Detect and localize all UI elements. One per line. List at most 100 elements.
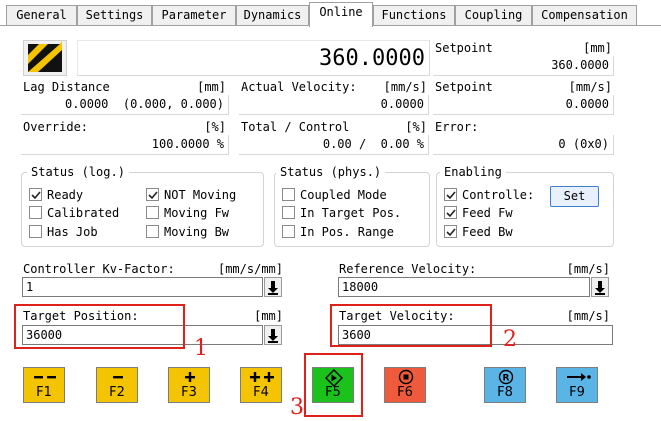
kv-factor-input[interactable]: 1 — [22, 277, 263, 297]
controller-enable-label: Controlle: — [462, 188, 535, 202]
forward-icon — [185, 372, 195, 382]
lag-distance-label: Lag Distance — [23, 80, 110, 94]
tab-parameter[interactable]: Parameter — [152, 5, 236, 26]
actual-velocity-label: Actual Velocity: — [241, 80, 357, 94]
f6-label: F6 — [397, 385, 413, 400]
status-log-title: Status (log.) — [27, 165, 129, 179]
f8-label: F8 — [497, 385, 513, 400]
download-arrow-icon — [595, 281, 605, 295]
axis-logo — [23, 40, 67, 76]
error-label: Error: — [435, 120, 479, 134]
backward-icon — [113, 376, 123, 379]
actual-velocity-value: 0.0000 — [239, 95, 429, 115]
f5-start-button[interactable]: F5 — [312, 367, 354, 403]
moving-bw-checkbox[interactable] — [146, 225, 159, 238]
set-button[interactable]: Set — [550, 186, 599, 207]
kv-factor-label: Controller Kv-Factor: — [23, 262, 175, 276]
annotation-number-1: 1 — [194, 336, 208, 361]
controller-enable-checkbox[interactable] — [444, 188, 457, 201]
tab-functions[interactable]: Functions — [373, 5, 455, 26]
f3-label: F3 — [181, 385, 197, 400]
f1-fast-backward-button[interactable]: F1 — [23, 367, 65, 403]
lag-distance-unit: [mm] — [197, 80, 226, 94]
target-position-download-button[interactable] — [264, 325, 282, 345]
total-control-unit: [%] — [405, 120, 427, 134]
in-pos-range-label: In Pos. Range — [300, 225, 394, 239]
lag-distance-value: 0.0000 (0.000, 0.000) — [21, 95, 229, 115]
override-label: Override: — [23, 120, 89, 134]
ready-label: Ready — [47, 188, 84, 202]
tab-online[interactable]: Online — [309, 2, 373, 27]
f4-label: F4 — [253, 385, 269, 400]
in-target-pos-checkbox[interactable] — [282, 206, 295, 219]
f8-reset-button[interactable]: R F8 — [484, 367, 526, 403]
calibrated-checkbox[interactable] — [29, 206, 42, 219]
tab-general[interactable]: General — [6, 5, 77, 26]
reference-velocity-label: Reference Velocity: — [339, 262, 477, 276]
moving-fw-checkbox[interactable] — [146, 206, 159, 219]
coupled-mode-checkbox[interactable] — [282, 188, 295, 201]
f2-backward-button[interactable]: F2 — [96, 367, 138, 403]
enabling-title: Enabling — [440, 165, 506, 179]
setpoint-velocity-value: 0.0000 — [433, 95, 614, 115]
f6-stop-button[interactable]: F6 — [384, 367, 426, 403]
annotation-number-2: 2 — [503, 327, 517, 352]
moving-bw-label: Moving Bw — [164, 225, 230, 239]
tab-compensation[interactable]: Compensation — [532, 5, 637, 26]
kv-factor-download-button[interactable] — [264, 277, 282, 297]
tab-settings[interactable]: Settings — [77, 5, 152, 26]
fast-forward-icon — [250, 372, 274, 382]
not-moving-label: NOT Moving — [164, 188, 237, 202]
ready-checkbox[interactable] — [29, 188, 42, 201]
reference-velocity-unit: [mm/s] — [566, 262, 610, 276]
hazard-stripes-icon — [28, 41, 62, 72]
status-phys-title: Status (phys.) — [276, 165, 386, 179]
in-pos-range-checkbox[interactable] — [282, 225, 295, 238]
in-target-pos-label: In Target Pos. — [300, 206, 402, 220]
moving-fw-label: Moving Fw — [164, 206, 230, 220]
f9-label: F9 — [569, 385, 585, 400]
target-position-unit: [mm] — [254, 309, 283, 323]
download-arrow-icon — [268, 281, 278, 295]
error-value: 0 (0x0) — [433, 135, 614, 155]
f4-fast-forward-button[interactable]: F4 — [240, 367, 282, 403]
annotation-box-1 — [14, 304, 185, 349]
f9-goto-position-button[interactable]: F9 — [556, 367, 598, 403]
feed-fw-label: Feed Fw — [462, 206, 513, 220]
feed-bw-label: Feed Bw — [462, 225, 513, 239]
kv-factor-unit: [mm/s/mm] — [217, 262, 283, 276]
has-job-checkbox[interactable] — [29, 225, 42, 238]
actual-position-display: 360.0000 — [77, 40, 430, 76]
tab-dynamics[interactable]: Dynamics — [236, 5, 309, 26]
coupled-mode-label: Coupled Mode — [300, 188, 387, 202]
f1-label: F1 — [36, 385, 52, 400]
override-value: 100.0000 % — [21, 135, 229, 155]
fast-backward-icon — [34, 376, 56, 379]
override-unit: [%] — [204, 120, 226, 134]
setpoint-velocity-label: Setpoint — [435, 80, 493, 94]
feed-bw-checkbox[interactable] — [444, 225, 457, 238]
calibrated-label: Calibrated — [47, 206, 120, 220]
has-job-label: Has Job — [47, 225, 98, 239]
download-arrow-icon — [268, 329, 278, 343]
reference-velocity-input[interactable]: 18000 — [338, 277, 590, 297]
setpoint-position-value: 360.0000 — [433, 56, 614, 76]
setpoint-position-unit: [mm] — [583, 41, 612, 55]
actual-velocity-unit: [mm/s] — [383, 80, 427, 94]
feed-fw-checkbox[interactable] — [444, 206, 457, 219]
reference-velocity-download-button[interactable] — [591, 277, 609, 297]
f2-label: F2 — [109, 385, 125, 400]
setpoint-velocity-unit: [mm/s] — [568, 80, 612, 94]
tab-coupling[interactable]: Coupling — [455, 5, 532, 26]
svg-text:R: R — [503, 374, 510, 384]
not-moving-checkbox[interactable] — [146, 188, 159, 201]
annotation-number-3: 3 — [290, 395, 304, 420]
f3-forward-button[interactable]: F3 — [168, 367, 210, 403]
tab-bar: General Settings Parameter Dynamics Onli… — [0, 0, 661, 27]
annotation-box-2 — [330, 304, 492, 347]
total-control-value: 0.00 / 0.00 % — [239, 135, 429, 155]
target-velocity-unit: [mm/s] — [566, 309, 610, 323]
setpoint-position-label: Setpoint — [435, 41, 493, 55]
f5-label: F5 — [325, 385, 341, 400]
total-control-label: Total / Control — [241, 120, 350, 134]
